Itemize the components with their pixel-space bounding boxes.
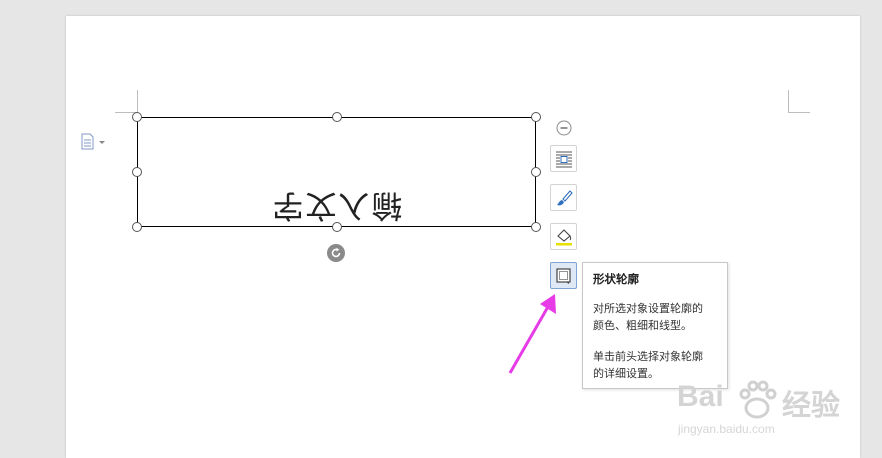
rotate-handle[interactable] bbox=[327, 244, 345, 262]
tooltip-line-3: 单击前头选择对象轮廓 bbox=[593, 350, 703, 363]
tooltip-hint: 单击前头选择对象轮廓 的详细设置。 bbox=[593, 348, 717, 382]
wrap-text-button[interactable] bbox=[550, 145, 577, 172]
resize-handle-top-right[interactable] bbox=[531, 112, 541, 122]
shape-outline-button[interactable] bbox=[550, 262, 577, 289]
tooltip-line-1: 对所选对象设置轮廓的 bbox=[593, 302, 703, 315]
wrap-text-icon bbox=[556, 151, 572, 168]
shape-fill-button[interactable] bbox=[550, 223, 577, 250]
watermark-logo-text: Bai bbox=[677, 380, 724, 413]
text-box-shape[interactable]: 输入文字 bbox=[137, 117, 536, 227]
resize-handle-bottom[interactable] bbox=[332, 222, 342, 232]
watermark-brand-text: 经验 bbox=[782, 388, 841, 422]
resize-handle-bottom-left[interactable] bbox=[132, 222, 142, 232]
watermark-url: jingyan.baidu.com bbox=[678, 422, 775, 436]
shape-style-button[interactable] bbox=[550, 184, 577, 211]
resize-handle-top-left[interactable] bbox=[132, 112, 142, 122]
resize-handle-left[interactable] bbox=[132, 167, 142, 177]
tooltip-line-2: 颜色、粗细和线型。 bbox=[593, 319, 692, 332]
resize-handle-right[interactable] bbox=[531, 167, 541, 177]
brush-icon bbox=[557, 190, 573, 206]
resize-handle-bottom-right[interactable] bbox=[531, 222, 541, 232]
rotate-icon bbox=[331, 247, 341, 258]
minus-circle-icon bbox=[556, 120, 572, 136]
collapse-toolbar-button[interactable] bbox=[556, 120, 572, 136]
baidu-jingyan-watermark: Bai 经验 jingyan.baidu.com bbox=[672, 378, 872, 448]
annotation-arrow bbox=[508, 294, 556, 374]
tooltip-title: 形状轮廓 bbox=[593, 272, 639, 286]
fill-bucket-icon bbox=[556, 229, 572, 246]
paw-logo-icon bbox=[739, 380, 777, 419]
shape-outline-tooltip: 形状轮廓 对所选对象设置轮廓的 颜色、粗细和线型。 单击前头选择对象轮廓 的详细… bbox=[582, 262, 728, 389]
shape-outline-icon bbox=[556, 268, 571, 284]
resize-handle-top[interactable] bbox=[332, 112, 342, 122]
tooltip-description: 对所选对象设置轮廓的 颜色、粗细和线型。 bbox=[593, 300, 717, 334]
layout-options-icon[interactable] bbox=[79, 133, 111, 151]
